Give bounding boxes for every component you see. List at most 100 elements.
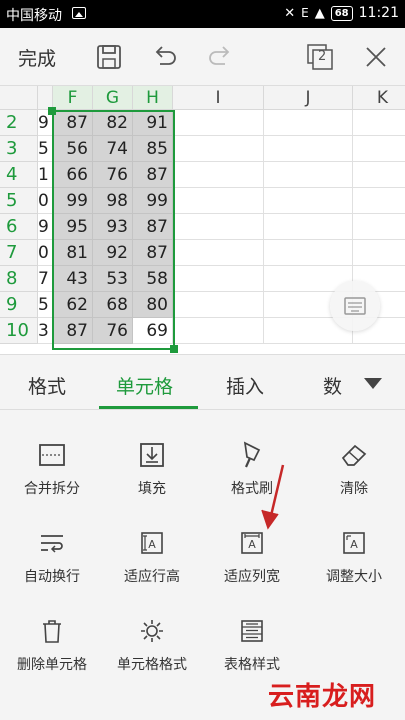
cell-e[interactable]: 5 [38, 292, 53, 318]
selection-handle-top[interactable] [48, 107, 56, 115]
merge-split-button[interactable]: 合并拆分 [2, 440, 102, 520]
done-button[interactable]: 完成 [18, 44, 56, 71]
row-header[interactable]: 8 [0, 266, 38, 292]
cell-i[interactable] [173, 188, 264, 214]
cell-h[interactable]: 80 [133, 292, 173, 318]
cell-h[interactable]: 87 [133, 214, 173, 240]
cell-g[interactable]: 92 [93, 240, 133, 266]
cell-g[interactable]: 82 [93, 110, 133, 136]
cell-h[interactable]: 58 [133, 266, 173, 292]
cell-k[interactable] [353, 162, 405, 188]
tab-data[interactable]: 数 [323, 372, 342, 399]
fit-column-width-button[interactable]: A 适应列宽 [202, 528, 302, 608]
delete-cell-button[interactable]: 删除单元格 [2, 616, 102, 696]
cell-j[interactable] [264, 214, 353, 240]
column-header-j[interactable]: J [264, 86, 353, 110]
cell-k[interactable] [353, 136, 405, 162]
cell-g[interactable]: 76 [93, 318, 133, 344]
cell-h[interactable]: 87 [133, 162, 173, 188]
cell-i[interactable] [173, 292, 264, 318]
column-header-g[interactable]: G [93, 86, 133, 110]
cell-f[interactable]: 56 [53, 136, 93, 162]
clear-label: 清除 [340, 481, 368, 497]
tabs-more-icon[interactable] [364, 378, 382, 389]
cell-j[interactable] [264, 110, 353, 136]
tab-cell[interactable]: 单元格 [116, 372, 173, 399]
resize-button[interactable]: A 调整大小 [304, 528, 404, 608]
selection-handle-bottom[interactable] [170, 345, 178, 353]
cell-e[interactable]: 5 [38, 136, 53, 162]
cell-j[interactable] [264, 240, 353, 266]
cell-i[interactable] [173, 240, 264, 266]
cell-f[interactable]: 87 [53, 318, 93, 344]
cell-g[interactable]: 74 [93, 136, 133, 162]
column-header-h[interactable]: H [133, 86, 173, 110]
cell-f[interactable]: 43 [53, 266, 93, 292]
tab-insert[interactable]: 插入 [226, 372, 264, 399]
cell-g[interactable]: 68 [93, 292, 133, 318]
cell-i[interactable] [173, 110, 264, 136]
format-brush-icon [243, 441, 261, 468]
cell-h[interactable]: 87 [133, 240, 173, 266]
cell-e[interactable]: 0 [38, 188, 53, 214]
row-header[interactable]: 10 [0, 318, 38, 344]
wrap-text-button[interactable]: 自动换行 [2, 528, 102, 608]
cell-k[interactable] [353, 240, 405, 266]
cell-h[interactable]: 99 [133, 188, 173, 214]
cell-i[interactable] [173, 136, 264, 162]
svg-text:A: A [148, 538, 156, 551]
cell-k[interactable] [353, 188, 405, 214]
close-icon[interactable] [361, 42, 391, 72]
cell-g[interactable]: 53 [93, 266, 133, 292]
undo-icon[interactable] [150, 42, 180, 72]
row-header[interactable]: 3 [0, 136, 38, 162]
cell-h[interactable]: 69 [133, 318, 173, 344]
cell-f[interactable]: 99 [53, 188, 93, 214]
cell-g[interactable]: 93 [93, 214, 133, 240]
row-header[interactable]: 6 [0, 214, 38, 240]
cell-i[interactable] [173, 266, 264, 292]
column-header-k[interactable]: K [353, 86, 405, 110]
row-header[interactable]: 9 [0, 292, 38, 318]
cell-e[interactable]: 7 [38, 266, 53, 292]
cell-k[interactable] [353, 214, 405, 240]
column-header-i[interactable]: I [173, 86, 264, 110]
cell-k[interactable] [353, 110, 405, 136]
cell-f[interactable]: 62 [53, 292, 93, 318]
cell-j[interactable] [264, 162, 353, 188]
cell-i[interactable] [173, 318, 264, 344]
cell-f[interactable]: 81 [53, 240, 93, 266]
cell-e[interactable]: 0 [38, 240, 53, 266]
cell-e[interactable]: 3 [38, 318, 53, 344]
row-header[interactable]: 7 [0, 240, 38, 266]
cell-e[interactable]: 9 [38, 214, 53, 240]
tab-format[interactable]: 格式 [28, 372, 66, 399]
cell-j[interactable] [264, 136, 353, 162]
row-header[interactable]: 5 [0, 188, 38, 214]
fit-row-height-button[interactable]: A 适应行高 [102, 528, 202, 608]
cell-format-button[interactable]: 单元格格式 [102, 616, 202, 696]
cell-f[interactable]: 95 [53, 214, 93, 240]
cell-e[interactable]: 1 [38, 162, 53, 188]
cell-f[interactable]: 66 [53, 162, 93, 188]
battery-level: 68 [330, 5, 353, 21]
redo-icon[interactable] [205, 42, 235, 72]
floating-keyboard-button[interactable] [330, 281, 380, 331]
column-header-f[interactable]: F [53, 86, 93, 110]
cell-j[interactable] [264, 188, 353, 214]
cell-g[interactable]: 76 [93, 162, 133, 188]
cell-h[interactable]: 85 [133, 136, 173, 162]
format-brush-button[interactable]: 格式刷 [202, 440, 302, 520]
row-header[interactable]: 2 [0, 110, 38, 136]
cell-i[interactable] [173, 214, 264, 240]
clear-button[interactable]: 清除 [304, 440, 404, 520]
cell-g[interactable]: 98 [93, 188, 133, 214]
fill-button[interactable]: 填充 [102, 440, 202, 520]
save-icon[interactable] [94, 42, 124, 72]
spreadsheet-grid[interactable]: F G H I J K 2 9 87 82 91 3 5 56 74 85 4 1 66 76 87 5 0 99… [0, 86, 405, 354]
sheet-corner[interactable] [0, 86, 38, 110]
row-header[interactable]: 4 [0, 162, 38, 188]
cell-h[interactable]: 91 [133, 110, 173, 136]
cell-f[interactable]: 87 [53, 110, 93, 136]
cell-i[interactable] [173, 162, 264, 188]
